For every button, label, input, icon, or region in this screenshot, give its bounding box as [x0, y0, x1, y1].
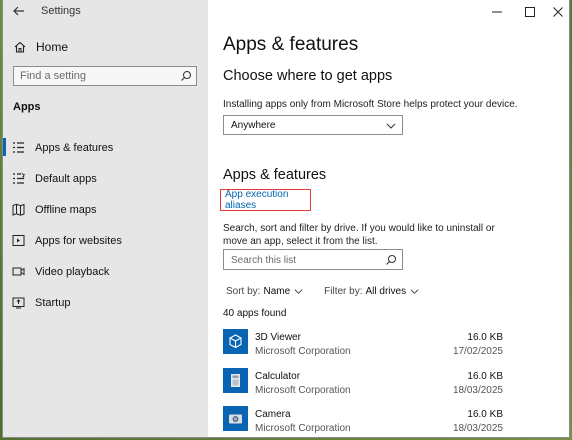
- close-icon[interactable]: [551, 5, 565, 19]
- find-setting-input[interactable]: [20, 69, 170, 83]
- list-icon: [13, 142, 24, 153]
- sidebar-item-apps-features[interactable]: Apps & features: [3, 132, 208, 163]
- camera-icon: [229, 414, 242, 424]
- filter-label: Filter by:: [324, 286, 363, 297]
- app-date: 18/03/2025: [452, 384, 503, 396]
- settings-window: Settings Home Apps Apps & features: [3, 0, 569, 437]
- app-execution-aliases-link[interactable]: App execution aliases: [220, 189, 311, 211]
- startup-icon: [12, 297, 25, 309]
- sidebar-item-label: Video playback: [35, 265, 110, 278]
- sidebar-item-offline-maps[interactable]: Offline maps: [3, 194, 208, 225]
- app-size: 16.0 KB: [467, 332, 503, 343]
- sort-value: Name: [263, 286, 291, 297]
- search-list-box[interactable]: [223, 249, 403, 270]
- sidebar-item-video-playback[interactable]: Video playback: [3, 256, 208, 287]
- app-tile: [223, 329, 248, 354]
- app-tile: [223, 367, 248, 393]
- app-publisher: Microsoft Corporation: [255, 384, 351, 396]
- sidebar-item-label: Startup: [35, 296, 71, 309]
- window-title: Settings: [41, 5, 81, 17]
- page-title: Apps & features: [223, 34, 359, 55]
- app-size: 16.0 KB: [467, 370, 503, 382]
- sort-dropdown[interactable]: Sort by: Name: [226, 286, 303, 297]
- default-apps-icon: [13, 172, 25, 184]
- sidebar-item-default-apps[interactable]: Default apps: [3, 163, 208, 194]
- list-item[interactable]: Calculator Microsoft Corporation 16.0 KB…: [223, 367, 533, 406]
- search-icon[interactable]: [385, 254, 397, 266]
- home-label: Home: [36, 40, 69, 54]
- app-tile: [223, 406, 248, 431]
- section-heading: Apps & features: [223, 167, 327, 183]
- list-item[interactable]: 3D Viewer Microsoft Corporation 16.0 KB …: [223, 328, 533, 367]
- sidebar-item-label: Default apps: [35, 172, 97, 185]
- app-execution-aliases-label: App execution aliases: [225, 189, 289, 211]
- filter-dropdown[interactable]: Filter by: All drives: [324, 286, 419, 297]
- app-date: 17/02/2025: [452, 346, 503, 357]
- choose-heading: Choose where to get apps: [223, 68, 393, 84]
- app-publisher: Microsoft Corporation: [255, 423, 351, 434]
- home-icon: [14, 41, 26, 53]
- calculator-icon: [231, 373, 240, 387]
- list-item[interactable]: Camera Microsoft Corporation 16.0 KB 18/…: [223, 405, 533, 437]
- sidebar-item-label: Offline maps: [35, 203, 97, 216]
- find-setting-box[interactable]: [13, 66, 197, 86]
- video-icon: [12, 267, 25, 276]
- main-content: Apps & features Choose where to get apps…: [208, 0, 569, 437]
- chevron-down-icon: [386, 123, 396, 129]
- sidebar-item-label: Apps for websites: [35, 234, 122, 247]
- sort-filter-row: Sort by: Name Filter by: All drives: [226, 286, 419, 297]
- back-arrow-icon[interactable]: [12, 4, 26, 18]
- app-size: 16.0 KB: [467, 409, 503, 420]
- app-name: Calculator: [255, 370, 301, 382]
- apps-count: 40 apps found: [223, 308, 287, 319]
- sidebar: Settings Home Apps Apps & features: [3, 0, 208, 437]
- section-label-apps: Apps: [13, 101, 41, 113]
- minimize-icon[interactable]: [490, 5, 504, 19]
- app-source-value: Anywhere: [231, 120, 276, 131]
- filter-value: All drives: [365, 286, 407, 297]
- map-icon: [12, 203, 25, 216]
- app-publisher: Microsoft Corporation: [255, 346, 351, 357]
- search-description: Search, sort and filter by drive. If you…: [223, 223, 495, 247]
- app-source-dropdown[interactable]: Anywhere: [223, 115, 403, 135]
- maximize-icon[interactable]: [523, 5, 537, 19]
- sidebar-nav: Apps & features Default apps Offline map…: [3, 132, 208, 318]
- search-icon[interactable]: [180, 70, 192, 82]
- app-name: 3D Viewer: [255, 332, 301, 343]
- search-list-input[interactable]: [231, 253, 371, 267]
- link-window-icon: [12, 235, 25, 246]
- choose-description: Installing apps only from Microsoft Stor…: [223, 99, 518, 110]
- sidebar-item-apps-for-websites[interactable]: Apps for websites: [3, 225, 208, 256]
- sort-label: Sort by:: [226, 286, 261, 297]
- app-name: Camera: [255, 409, 291, 420]
- chevron-down-icon: [294, 289, 303, 294]
- app-list: 3D Viewer Microsoft Corporation 16.0 KB …: [223, 328, 533, 437]
- cube-icon: [229, 334, 242, 349]
- sidebar-item-label: Apps & features: [35, 141, 114, 154]
- home-link[interactable]: Home: [13, 38, 68, 56]
- chevron-down-icon: [410, 289, 419, 294]
- sidebar-item-startup[interactable]: Startup: [3, 287, 208, 318]
- app-date: 18/03/2025: [452, 423, 503, 434]
